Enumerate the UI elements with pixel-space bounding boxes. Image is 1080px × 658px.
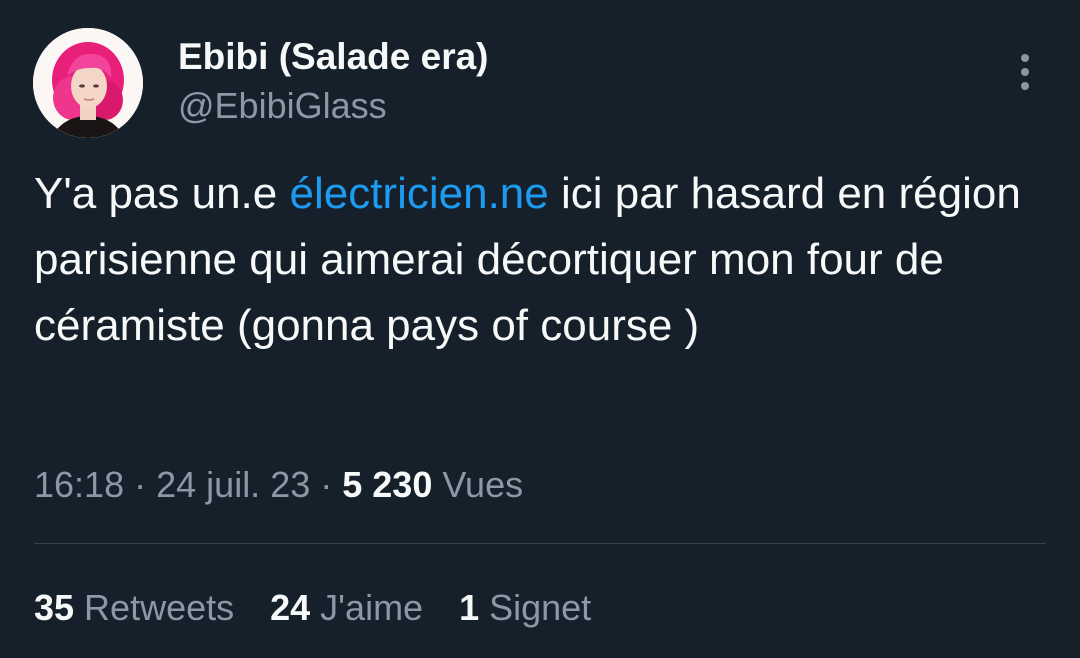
engagement-stats: 35 Retweets 24 J'aime 1 Signet [34, 585, 627, 631]
author-display-name[interactable]: Ebibi (Salade era) [178, 34, 489, 80]
meta-separator: · [320, 464, 333, 505]
bookmarks-stat[interactable]: 1 Signet [459, 585, 591, 631]
likes-stat[interactable]: 24 J'aime [270, 585, 423, 631]
tweet-time[interactable]: 16:18 [34, 464, 124, 505]
divider [34, 543, 1046, 544]
avatar[interactable] [33, 28, 143, 138]
bookmarks-count: 1 [459, 587, 480, 628]
retweets-stat[interactable]: 35 Retweets [34, 585, 234, 631]
author-handle[interactable]: @EbibiGlass [178, 83, 387, 129]
electrician-link[interactable]: électricien.ne [289, 169, 548, 218]
more-options-button[interactable] [1008, 50, 1042, 94]
likes-count: 24 [270, 587, 311, 628]
tweet-meta: 16:18 · 24 juil. 23 · 5 230 Vues [34, 462, 523, 508]
more-vertical-icon [1021, 54, 1029, 90]
bookmarks-label: Signet [489, 587, 592, 628]
tweet-text: Y'a pas un.e électricien.ne ici par hasa… [34, 161, 1044, 359]
tweet-date[interactable]: 24 juil. 23 [156, 464, 310, 505]
likes-label: J'aime [320, 587, 424, 628]
retweets-label: Retweets [84, 587, 235, 628]
views-label: Vues [442, 464, 524, 505]
retweets-count: 35 [34, 587, 75, 628]
tweet-text-start: Y'a pas un.e [34, 169, 290, 218]
views-count: 5 230 [342, 464, 433, 505]
meta-separator: · [134, 464, 147, 505]
